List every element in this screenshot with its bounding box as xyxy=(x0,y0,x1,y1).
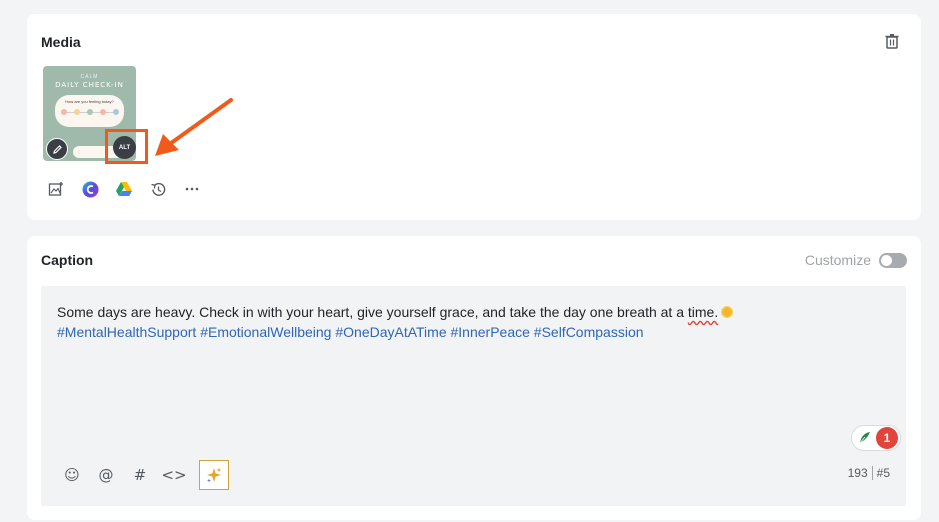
thumbnail-cloud: How are you feeling today? xyxy=(55,95,124,127)
alt-text-button[interactable]: ALT xyxy=(113,136,136,159)
sun-emoji-icon xyxy=(720,305,735,319)
caption-hashtags: #MentalHealthSupport #EmotionalWellbeing… xyxy=(57,324,644,340)
caption-title: Caption xyxy=(41,252,94,268)
code-icon[interactable]: <> xyxy=(161,466,186,484)
feather-icon xyxy=(854,427,876,449)
canva-icon[interactable] xyxy=(81,180,99,198)
thumbnail-brand: CALM xyxy=(80,74,99,80)
thumbnail-mood-dots xyxy=(61,109,119,115)
hashtag-icon[interactable]: # xyxy=(131,466,149,484)
trash-icon[interactable] xyxy=(883,32,901,50)
caption-textarea[interactable]: Some days are heavy. Check in with your … xyxy=(57,302,890,342)
grammar-issue-count: 1 xyxy=(876,427,898,449)
caption-text-main: Some days are heavy. Check in with your … xyxy=(57,304,688,320)
emoji-icon[interactable]: ☺ xyxy=(63,466,81,484)
customize-label: Customize xyxy=(804,252,871,268)
ai-assistant-button[interactable] xyxy=(199,460,229,490)
customize-control: Customize xyxy=(805,252,907,268)
caption-counter: 193 #5 xyxy=(848,466,890,480)
thumbnail-question: How are you feeling today? xyxy=(65,99,114,104)
editor-toolbar: ☺ @ # <> xyxy=(63,460,229,490)
caption-editor[interactable]: Some days are heavy. Check in with your … xyxy=(41,286,906,506)
caption-card: Caption Customize Some days are heavy. C… xyxy=(27,236,921,520)
add-image-icon[interactable] xyxy=(47,180,65,198)
character-count: 193 xyxy=(847,466,868,480)
hashtag-count: #5 xyxy=(876,466,890,480)
history-icon[interactable] xyxy=(149,180,167,198)
thumbnail-heading: DAILY CHECK-IN xyxy=(55,81,124,89)
media-card: Media CALM DAILY CHECK-IN How are you fe… xyxy=(27,14,921,220)
media-toolbar xyxy=(47,180,201,198)
pencil-icon xyxy=(52,144,62,154)
sparkle-icon xyxy=(207,467,222,483)
grammar-checker-button[interactable]: 1 xyxy=(851,425,901,451)
customize-toggle[interactable] xyxy=(879,252,907,268)
caption-flagged-word[interactable]: time. xyxy=(688,304,718,320)
mention-icon[interactable]: @ xyxy=(97,466,115,484)
edit-image-button[interactable] xyxy=(46,138,68,160)
annotation-arrow xyxy=(155,98,233,156)
google-drive-icon[interactable] xyxy=(115,180,133,198)
media-title: Media xyxy=(41,34,81,50)
more-icon[interactable] xyxy=(183,180,201,198)
